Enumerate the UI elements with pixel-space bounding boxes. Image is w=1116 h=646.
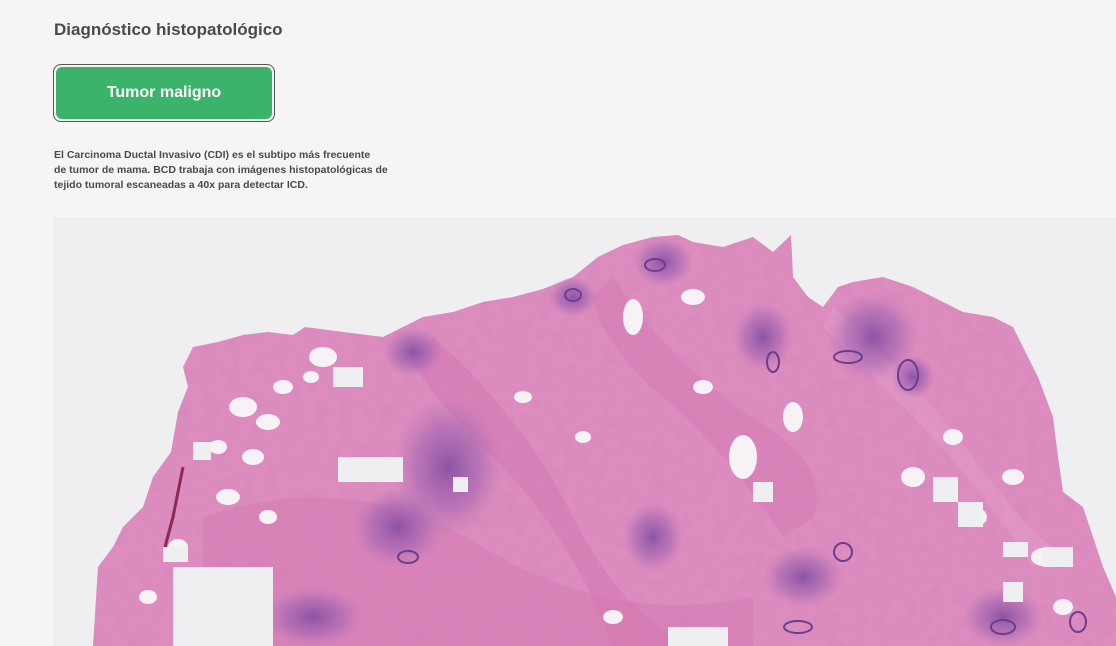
diagnosis-result-label: Tumor maligno: [56, 67, 272, 119]
tissue-image: [93, 235, 1116, 646]
histopathology-slide-image[interactable]: [53, 217, 1116, 646]
description-line-2: de tumor de mama. BCD trabaja con imágen…: [54, 164, 388, 176]
diagnosis-result-button[interactable]: Tumor maligno: [53, 64, 275, 122]
page-title: Diagnóstico histopatológico: [54, 20, 283, 39]
page: Diagnóstico histopatológico Tumor malign…: [0, 0, 1116, 646]
description-line-1: El Carcinoma Ductal Invasivo (CDI) es el…: [54, 149, 371, 161]
description-text: El Carcinoma Ductal Invasivo (CDI) es el…: [54, 148, 404, 193]
description-line-3: tejido tumoral escaneadas a 40x para det…: [54, 179, 308, 191]
